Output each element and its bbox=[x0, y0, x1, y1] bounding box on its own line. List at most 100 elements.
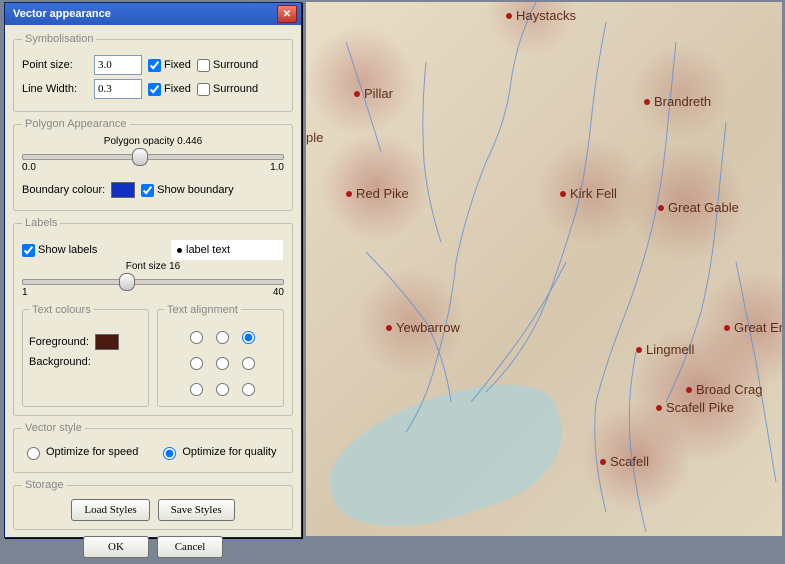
align-bot-right[interactable] bbox=[242, 383, 255, 396]
labels-group: Labels Show labels label text Font size … bbox=[13, 217, 293, 416]
point-fixed-checkbox[interactable] bbox=[148, 59, 161, 72]
map-peak-label: Broad Crag bbox=[686, 382, 762, 397]
peak-name: Scafell Pike bbox=[666, 400, 734, 415]
peak-name: ple bbox=[306, 130, 323, 145]
background-label: Background: bbox=[29, 356, 91, 368]
boundary-colour-swatch[interactable] bbox=[111, 182, 135, 198]
peak-dot-icon bbox=[600, 459, 606, 465]
ok-button[interactable]: OK bbox=[83, 536, 149, 558]
align-top-left[interactable] bbox=[190, 331, 203, 344]
map-peak-label: Red Pike bbox=[346, 186, 409, 201]
optimize-quality-radio[interactable] bbox=[163, 447, 176, 460]
map-peak-label: ple bbox=[306, 130, 323, 145]
peak-dot-icon bbox=[506, 13, 512, 19]
peak-name: Great End bbox=[734, 320, 782, 335]
symbolisation-legend: Symbolisation bbox=[22, 33, 96, 45]
point-size-label: Point size: bbox=[22, 59, 88, 71]
peak-dot-icon bbox=[658, 205, 664, 211]
point-size-input[interactable] bbox=[94, 55, 142, 75]
text-alignment-title: Text alignment bbox=[164, 304, 241, 316]
peak-name: Kirk Fell bbox=[570, 186, 617, 201]
opacity-caption: Polygon opacity 0.446 bbox=[22, 136, 284, 147]
opacity-max: 1.0 bbox=[270, 162, 284, 173]
map-peak-label: Scafell Pike bbox=[656, 400, 734, 415]
polygon-legend: Polygon Appearance bbox=[22, 118, 130, 130]
peak-name: Great Gable bbox=[668, 200, 739, 215]
storage-group: Storage Load Styles Save Styles bbox=[13, 479, 293, 530]
streams-icon bbox=[306, 2, 782, 536]
align-mid-right[interactable] bbox=[242, 357, 255, 370]
show-labels-label: Show labels bbox=[38, 244, 97, 256]
fontsize-caption: Font size 16 bbox=[22, 261, 284, 272]
peak-dot-icon bbox=[354, 91, 360, 97]
point-fixed-label: Fixed bbox=[164, 59, 191, 71]
line-width-label: Line Width: bbox=[22, 83, 88, 95]
map-peak-label: Great End bbox=[724, 320, 782, 335]
map-peak-label: Yewbarrow bbox=[386, 320, 460, 335]
point-surround-label: Surround bbox=[213, 59, 258, 71]
show-boundary-checkbox[interactable] bbox=[141, 184, 154, 197]
cancel-button[interactable]: Cancel bbox=[157, 536, 223, 558]
peak-dot-icon bbox=[386, 325, 392, 331]
close-icon[interactable]: ✕ bbox=[277, 5, 297, 23]
point-surround-checkbox[interactable] bbox=[197, 59, 210, 72]
opacity-min: 0.0 bbox=[22, 162, 36, 173]
line-fixed-checkbox[interactable] bbox=[148, 83, 161, 96]
line-surround-label: Surround bbox=[213, 83, 258, 95]
boundary-colour-label: Boundary colour: bbox=[22, 184, 105, 196]
text-colours-title: Text colours bbox=[29, 304, 94, 316]
map-peak-label: Brandreth bbox=[644, 94, 711, 109]
vector-appearance-dialog: Vector appearance ✕ Symbolisation Point … bbox=[4, 2, 302, 538]
peak-name: Yewbarrow bbox=[396, 320, 460, 335]
symbolisation-group: Symbolisation Point size: Fixed Surround… bbox=[13, 33, 293, 112]
vector-style-group: Vector style Optimize for speed Optimize… bbox=[13, 422, 293, 473]
optimize-speed-radio[interactable] bbox=[27, 447, 40, 460]
peak-dot-icon bbox=[686, 387, 692, 393]
peak-dot-icon bbox=[724, 325, 730, 331]
align-mid-left[interactable] bbox=[190, 357, 203, 370]
align-bot-center[interactable] bbox=[216, 383, 229, 396]
line-fixed-label: Fixed bbox=[164, 83, 191, 95]
map-peak-label: Scafell bbox=[600, 454, 649, 469]
line-surround-checkbox[interactable] bbox=[197, 83, 210, 96]
fontsize-slider[interactable]: Font size 16 1 40 bbox=[22, 265, 284, 295]
peak-name: Pillar bbox=[364, 86, 393, 101]
peak-name: Red Pike bbox=[356, 186, 409, 201]
vector-style-legend: Vector style bbox=[22, 422, 85, 434]
map-canvas[interactable]: Haystacks Pillar Brandreth ple Red Pike Kirk … bbox=[306, 2, 782, 536]
peak-name: Brandreth bbox=[654, 94, 711, 109]
text-alignment-box: Text alignment bbox=[157, 309, 284, 407]
peak-name: Broad Crag bbox=[696, 382, 762, 397]
align-top-right[interactable] bbox=[242, 331, 255, 344]
polygon-group: Polygon Appearance Polygon opacity 0.446… bbox=[13, 118, 293, 211]
show-boundary-label: Show boundary bbox=[157, 184, 233, 196]
text-colours-box: Text colours Foreground: Background: bbox=[22, 309, 149, 407]
save-styles-button[interactable]: Save Styles bbox=[158, 499, 235, 521]
foreground-swatch[interactable] bbox=[95, 334, 119, 350]
line-width-input[interactable] bbox=[94, 79, 142, 99]
opacity-slider[interactable]: Polygon opacity 0.446 0.0 1.0 bbox=[22, 140, 284, 170]
optimize-quality-label: Optimize for quality bbox=[182, 446, 276, 458]
label-preview: label text bbox=[170, 239, 284, 261]
storage-legend: Storage bbox=[22, 479, 67, 491]
fontsize-max: 40 bbox=[273, 287, 284, 298]
fontsize-min: 1 bbox=[22, 287, 28, 298]
peak-name: Scafell bbox=[610, 454, 649, 469]
foreground-label: Foreground: bbox=[29, 336, 89, 348]
align-mid-center[interactable] bbox=[216, 357, 229, 370]
map-peak-label: Kirk Fell bbox=[560, 186, 617, 201]
dialog-title: Vector appearance bbox=[9, 8, 277, 20]
optimize-speed-label: Optimize for speed bbox=[46, 446, 138, 458]
align-top-center[interactable] bbox=[216, 331, 229, 344]
peak-name: Haystacks bbox=[516, 8, 576, 23]
show-labels-checkbox[interactable] bbox=[22, 244, 35, 257]
peak-dot-icon bbox=[656, 405, 662, 411]
map-peak-label: Haystacks bbox=[506, 8, 576, 23]
titlebar[interactable]: Vector appearance ✕ bbox=[5, 3, 301, 25]
labels-legend: Labels bbox=[22, 217, 60, 229]
align-bot-left[interactable] bbox=[190, 383, 203, 396]
peak-name: Lingmell bbox=[646, 342, 694, 357]
peak-dot-icon bbox=[644, 99, 650, 105]
map-peak-label: Great Gable bbox=[658, 200, 739, 215]
load-styles-button[interactable]: Load Styles bbox=[71, 499, 149, 521]
